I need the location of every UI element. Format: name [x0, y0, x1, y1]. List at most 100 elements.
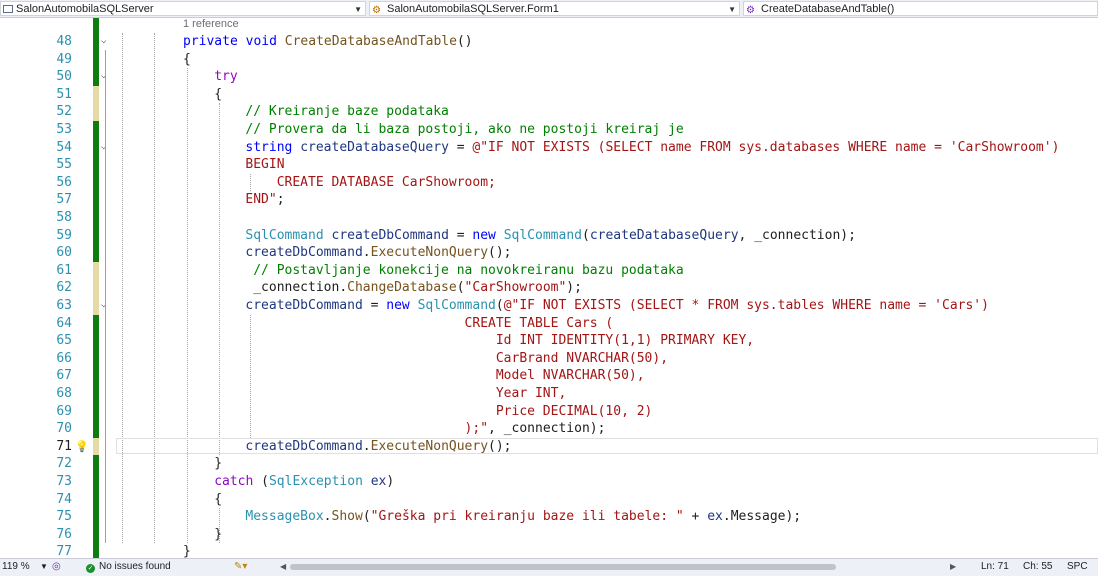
chevron-down-icon[interactable]: ▼	[40, 559, 48, 575]
code-line[interactable]: 62 _connection.ChangeDatabase("CarShowro…	[0, 279, 1098, 297]
code-text: CREATE TABLE Cars (	[245, 315, 614, 333]
issues-indicator[interactable]: ✓ No issues found	[86, 559, 171, 575]
issues-text: No issues found	[99, 561, 171, 572]
code-token: ;	[276, 192, 285, 208]
code-token: BEGIN	[245, 157, 285, 173]
code-line[interactable]: 70 );", _connection);	[0, 420, 1098, 438]
code-text: // Provera da li baza postoji, ako ne po…	[245, 121, 683, 139]
code-text: // Postavljanje konekcije na novokreiran…	[245, 262, 683, 280]
code-line[interactable]: 53 // Provera da li baza postoji, ako ne …	[0, 121, 1098, 139]
code-line[interactable]: 76}	[0, 526, 1098, 544]
code-token: _connection	[503, 421, 590, 437]
code-line[interactable]: 51 {	[0, 86, 1098, 104]
code-text: createDbCommand.ExecuteNonQuery();	[245, 244, 511, 262]
line-number: 60	[56, 245, 72, 261]
code-text: createDbCommand = new SqlCommand(@"IF NO…	[245, 297, 989, 315]
code-line[interactable]: 56 CREATE DATABASE CarShowroom;	[0, 174, 1098, 192]
code-token: {	[214, 86, 223, 102]
code-token: CREATE TABLE Cars (	[245, 315, 614, 331]
code-token: .	[722, 509, 731, 525]
line-number: 59	[56, 227, 72, 243]
class-dropdown[interactable]: ⚙ SalonAutomobilaSQLServer.Form1 ▼	[369, 1, 740, 16]
code-line[interactable]: 69 Price DECIMAL(10, 2)	[0, 403, 1098, 421]
code-line[interactable]: 52 // Kreiranje baze podataka	[0, 103, 1098, 121]
member-dropdown[interactable]: ⚙ CreateDatabaseAndTable()	[743, 1, 1098, 16]
line-number: 58	[56, 210, 72, 225]
code-line[interactable]: 61 // Postavljanje konekcije na novokrei…	[0, 262, 1098, 280]
code-token: ();	[488, 438, 512, 454]
code-token: .	[362, 245, 371, 261]
line-number: 74	[56, 491, 72, 507]
code-line[interactable]: 48 private void CreateDatabaseAndTable()	[0, 33, 1098, 51]
code-token: ()	[456, 34, 473, 49]
code-token: "CarShowroom"	[464, 280, 567, 296]
code-token: Year INT,	[245, 386, 567, 401]
code-token: CREATE DATABASE CarShowroom;	[245, 174, 496, 190]
whitespace-mode[interactable]: SPC	[1067, 559, 1088, 575]
code-text: createDbCommand.ExecuteNonQuery();	[245, 438, 511, 456]
code-line[interactable]: 71 createDbCommand.ExecuteNonQuery();	[0, 437, 1098, 456]
line-number: 61	[56, 262, 72, 278]
class-icon: ⚙	[372, 5, 381, 16]
code-token: {	[214, 491, 223, 507]
code-line[interactable]: 63 createDbCommand = new SqlCommand(@"IF …	[0, 297, 1098, 315]
code-token: (	[456, 280, 465, 296]
class-name: SalonAutomobilaSQLServer.Form1	[387, 3, 559, 15]
line-number: 70	[56, 421, 72, 437]
line-number: 67	[56, 368, 72, 384]
code-token: Id INT IDENTITY(1,1) PRIMARY KEY,	[245, 333, 755, 349]
code-line[interactable]: 74 {	[0, 491, 1098, 509]
horizontal-scrollbar[interactable]	[290, 564, 836, 570]
scroll-right-icon[interactable]: ▶	[950, 559, 956, 575]
line-number: 62	[56, 280, 72, 296]
cleanup-brush-icon[interactable]: ✎▾	[234, 559, 247, 575]
code-token: // Provera da li baza postoji, ako ne po…	[245, 122, 684, 137]
code-line[interactable]: 57 END";	[0, 191, 1098, 209]
code-token: Message	[730, 509, 786, 525]
code-line[interactable]: 49 {	[0, 51, 1098, 69]
line-number: 76	[56, 526, 72, 542]
zoom-level[interactable]: 119 %	[2, 559, 30, 575]
code-token: CarBrand NVARCHAR(50),	[245, 350, 669, 366]
line-number: 71	[56, 438, 72, 454]
code-line[interactable]: 67 Model NVARCHAR(50),	[0, 367, 1098, 385]
scroll-left-icon[interactable]: ◀	[280, 559, 286, 575]
chevron-down-icon: ▼	[354, 5, 362, 14]
code-line[interactable]: 60 createDbCommand.ExecuteNonQuery();	[0, 244, 1098, 262]
code-token: .	[362, 438, 371, 454]
code-line[interactable]: 66 CarBrand NVARCHAR(50),	[0, 350, 1098, 368]
chevron-down-icon: ▼	[728, 5, 736, 14]
code-line[interactable]: 68 Year INT,	[0, 385, 1098, 403]
code-token: );	[840, 227, 856, 243]
code-line[interactable]: 55 BEGIN	[0, 156, 1098, 174]
code-token: createDbCommand	[245, 245, 363, 261]
code-text: catch (SqlException ex)	[214, 473, 394, 491]
code-token: ex	[707, 509, 723, 525]
code-line[interactable]: 64 CREATE TABLE Cars (	[0, 315, 1098, 333]
project-dropdown[interactable]: SalonAutomobilaSQLServer ▼	[0, 1, 366, 16]
line-number: 50	[56, 69, 72, 85]
code-token: ExecuteNonQuery	[370, 245, 489, 261]
code-token: Show	[331, 509, 363, 525]
copilot-icon[interactable]: ◎	[52, 559, 61, 575]
code-line[interactable]: 58	[0, 209, 1098, 227]
code-token: +	[683, 509, 708, 525]
code-token: .	[323, 509, 332, 525]
code-line[interactable]: 73 catch (SqlException ex)	[0, 473, 1098, 491]
codelens-reference-hint[interactable]: 1 reference	[183, 18, 239, 30]
code-line[interactable]: 50 try	[0, 68, 1098, 86]
code-text: string createDatabaseQuery = @"IF NOT EX…	[245, 139, 1059, 157]
code-token: =	[448, 139, 473, 155]
code-token: private	[183, 34, 238, 49]
code-line[interactable]: 72}	[0, 455, 1098, 473]
code-line[interactable]: 54 string createDatabaseQuery = @"IF NOT …	[0, 139, 1098, 157]
code-token: );	[785, 509, 802, 525]
project-icon	[3, 5, 13, 13]
code-line[interactable]: 59 SqlCommand createDbCommand = new SqlCo…	[0, 227, 1098, 245]
line-number: 73	[56, 474, 72, 489]
code-line[interactable]: 65 Id INT IDENTITY(1,1) PRIMARY KEY,	[0, 332, 1098, 350]
code-line[interactable]: 75 MessageBox.Show("Greška pri kreiranju …	[0, 508, 1098, 526]
